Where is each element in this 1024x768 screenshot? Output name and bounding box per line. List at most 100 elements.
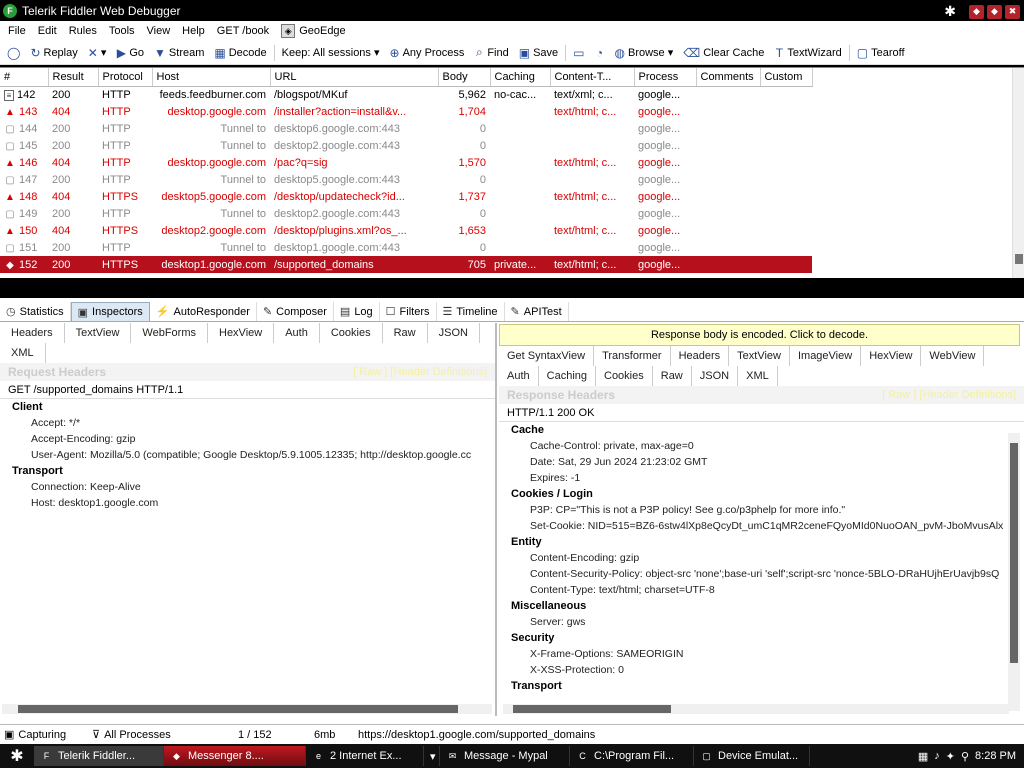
header-item[interactable]: X-XSS-Protection: 0 [499,662,1024,678]
sessions-scroll-thumb[interactable] [1015,254,1023,264]
toolbar-browse-button[interactable]: ◍ Browse ▾ [610,46,679,60]
tab-inspectors[interactable]: ▣ Inspectors [70,302,150,321]
session-row[interactable]: ▢ 151 200 HTTP Tunnel to desktop1.google.com:… [0,239,812,256]
taskbar-task[interactable]: ▢ Device Emulat... [694,746,810,766]
response-subtab-headers[interactable]: Headers [671,346,730,366]
toolbar-textwizard-button[interactable]: T TextWizard [769,46,846,60]
header-group[interactable]: Entity [499,534,1024,550]
header-group[interactable]: Cookies / Login [499,486,1024,502]
session-row[interactable]: ▲ 143 404 HTTP desktop.google.com/installer?… [0,103,812,120]
taskbar-task[interactable]: ◆ Messenger 8.... [164,746,306,766]
response-subtab-raw[interactable]: Raw [653,366,692,386]
taskbar-task[interactable]: ▾ [424,746,440,766]
session-row[interactable]: ▲ 148 404 HTTPS desktop5.google.com/desktop/… [0,188,812,205]
close-button[interactable]: ✖ [1005,4,1020,19]
response-subtab-auth[interactable]: Auth [499,366,539,386]
column-header[interactable]: Body [438,68,491,87]
session-row[interactable]: ▢ 147 200 HTTP Tunnel to desktop5.google.com:… [0,171,812,188]
toolbar-go-button[interactable]: ▶ Go [111,46,149,60]
taskbar-task[interactable]: C C:\Program Fil... [570,746,694,766]
header-group[interactable]: Cache [499,422,1024,438]
taskbar-task[interactable]: F Telerik Fiddler... [34,746,164,766]
menu-geoedge[interactable]: ◈ GeoEdge [275,24,351,38]
column-header[interactable]: Content-T... [550,68,635,87]
toolbar-camera-icon-button[interactable]: ▭ [568,46,589,60]
tab-log[interactable]: ▤ Log [334,302,380,321]
header-item[interactable]: X-Frame-Options: SAMEORIGIN [499,646,1024,662]
session-row[interactable]: ▢ 144 200 HTTP Tunnel to desktop6.google.com:… [0,120,812,137]
request-subtab-webforms[interactable]: WebForms [131,323,208,343]
column-header[interactable]: Host [152,68,271,87]
header-item[interactable]: Server: gws [499,614,1024,630]
request-subtab-cookies[interactable]: Cookies [320,323,383,343]
tab-statistics[interactable]: ◷ Statistics [0,302,71,321]
response-subtab-hexview[interactable]: HexView [861,346,922,366]
toolbar-tearoff-button[interactable]: ▢ Tearoff [852,46,910,60]
menu-help[interactable]: Help [176,25,211,37]
response-subtab-xml[interactable]: XML [738,366,778,386]
maximize-button[interactable]: ◆ [987,4,1002,19]
start-button[interactable]: ✱ [0,746,34,766]
header-item[interactable]: Content-Encoding: gzip [499,550,1024,566]
request-hscroll-thumb[interactable] [18,705,458,713]
header-item[interactable]: Set-Cookie: NID=515=BZ6-6stw4lXp8eQcyDt_… [499,518,1024,534]
header-item[interactable]: Content-Type: text/html; charset=UTF-8 [499,582,1024,598]
session-row[interactable]: ≡ 142 200 HTTP feeds.feedburner.com/blogspot… [0,86,812,103]
toolbar-tool-2-button[interactable]: ✕ ▾ [83,46,112,60]
column-header[interactable]: # [0,68,49,87]
response-hscrollbar[interactable] [503,704,1009,714]
taskbar-task[interactable]: e 2 Internet Ex... [306,746,424,766]
header-item[interactable]: Accept-Encoding: gzip [0,431,495,447]
response-subtab-webview[interactable]: WebView [921,346,985,366]
header-item[interactable]: Date: Sat, 29 Jun 2024 21:23:02 GMT [499,454,1024,470]
menu-get-book[interactable]: GET /book [211,25,275,37]
star-icon[interactable]: ✱ [944,3,956,20]
session-row[interactable]: ▲ 150 404 HTTPS desktop2.google.com/desktop/… [0,222,812,239]
tray-security-icon[interactable]: ✦ [946,750,955,763]
toolbar-timer-icon-button[interactable]: ◔ [590,46,610,60]
response-vscrollbar[interactable] [1008,433,1020,711]
menu-rules[interactable]: Rules [63,25,103,37]
menu-edit[interactable]: Edit [32,25,63,37]
request-header-links[interactable]: [ Raw ] [Header Definitions] [353,366,495,378]
process-filter[interactable]: ⊽ All Processes [88,728,238,742]
response-subtab-transformer[interactable]: Transformer [594,346,671,366]
session-row[interactable]: ▢ 145 200 HTTP Tunnel to desktop2.google.com:… [0,137,812,154]
toolbar-save-button[interactable]: ▣ Save [514,46,563,60]
response-subtab-caching[interactable]: Caching [539,366,596,386]
tab-apitest[interactable]: ✎ APITest [505,302,569,321]
header-item[interactable]: Cache-Control: private, max-age=0 [499,438,1024,454]
response-subtab-cookies[interactable]: Cookies [596,366,653,386]
header-item[interactable]: Accept: */* [0,415,495,431]
request-subtab-headers[interactable]: Headers [0,323,65,343]
header-item[interactable]: Host: desktop1.google.com [0,495,495,511]
taskbar-task[interactable]: ✉ Message - Mypal [440,746,570,766]
response-hscroll-thumb[interactable] [513,705,671,713]
request-hscrollbar[interactable] [2,704,492,714]
header-item[interactable]: Connection: Keep-Alive [0,479,495,495]
header-item[interactable]: User-Agent: Mozilla/5.0 (compatible; Goo… [0,447,495,463]
response-subtab-get-syntaxview[interactable]: Get SyntaxView [499,346,595,366]
column-header[interactable]: Result [48,68,99,87]
decode-notice[interactable]: Response body is encoded. Click to decod… [499,324,1020,346]
header-item[interactable]: Expires: -1 [499,470,1024,486]
splitter[interactable] [0,278,1024,298]
header-group[interactable]: Miscellaneous [499,598,1024,614]
column-header[interactable]: Comments [696,68,761,87]
tray-network-icon[interactable]: ▦ [918,750,928,763]
header-item[interactable]: Content-Security-Policy: object-src 'non… [499,566,1024,582]
session-row[interactable]: ▲ 146 404 HTTP desktop.google.com/pac?q=sig 1… [0,154,812,171]
response-vscroll-thumb[interactable] [1010,443,1018,663]
header-group[interactable]: Security [499,630,1024,646]
toolbar-any-process-button[interactable]: ⊕ Any Process [385,46,470,60]
toolbar-stream-button[interactable]: ▼ Stream [149,46,209,60]
request-subtab-hexview[interactable]: HexView [208,323,275,343]
column-header[interactable]: Caching [490,68,551,87]
header-group[interactable]: Transport [499,678,1024,692]
menu-file[interactable]: File [2,25,32,37]
column-header[interactable]: Process [634,68,697,87]
session-row[interactable]: ▢ 149 200 HTTP Tunnel to desktop2.google.com:… [0,205,812,222]
menu-tools[interactable]: Tools [103,25,141,37]
toolbar-decode-button[interactable]: ▦ Decode [209,46,271,60]
column-header[interactable]: Custom [760,68,813,87]
